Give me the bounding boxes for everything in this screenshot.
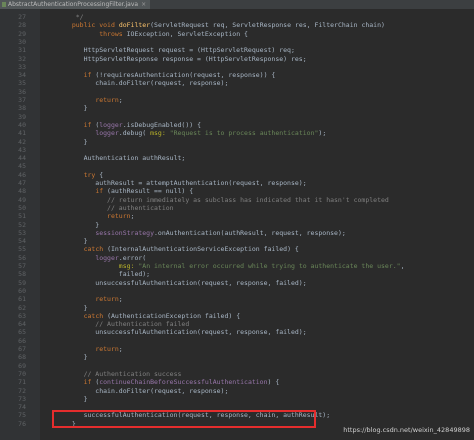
code-line: unsuccessfulAuthentication(request, resp… bbox=[64, 278, 307, 287]
code-line: chain.doFilter(request, response); bbox=[64, 79, 229, 88]
code-line: } bbox=[64, 353, 88, 362]
code-line: Authentication authResult; bbox=[64, 154, 186, 163]
code-line: } bbox=[64, 104, 88, 113]
code-line: HttpServletResponse response = (HttpServ… bbox=[64, 54, 307, 63]
java-file-icon bbox=[2, 2, 6, 7]
highlight-box bbox=[52, 410, 316, 428]
code-line: sessionStrategy.onAuthentication(authRes… bbox=[95, 228, 346, 237]
code-line: chain.doFilter(request, response); bbox=[64, 386, 229, 395]
line-number: 76 bbox=[18, 419, 26, 428]
watermark: https://blog.csdn.net/weixin_42849898 bbox=[343, 426, 470, 434]
close-icon[interactable]: × bbox=[141, 1, 146, 8]
code-line: throws IOException, ServletException { bbox=[99, 29, 248, 38]
editor-tab[interactable]: AbstractAuthenticationProcessingFilter.j… bbox=[0, 0, 151, 9]
code-line: } bbox=[64, 394, 88, 403]
code-line: } bbox=[64, 137, 88, 146]
code-line: logger.debug( msg: "Request is to proces… bbox=[95, 129, 327, 138]
code-line: unsuccessfulAuthentication(request, resp… bbox=[64, 328, 307, 337]
editor-tab-bar: AbstractAuthenticationProcessingFilter.j… bbox=[0, 0, 474, 9]
tab-title: AbstractAuthenticationProcessingFilter.j… bbox=[8, 1, 139, 8]
